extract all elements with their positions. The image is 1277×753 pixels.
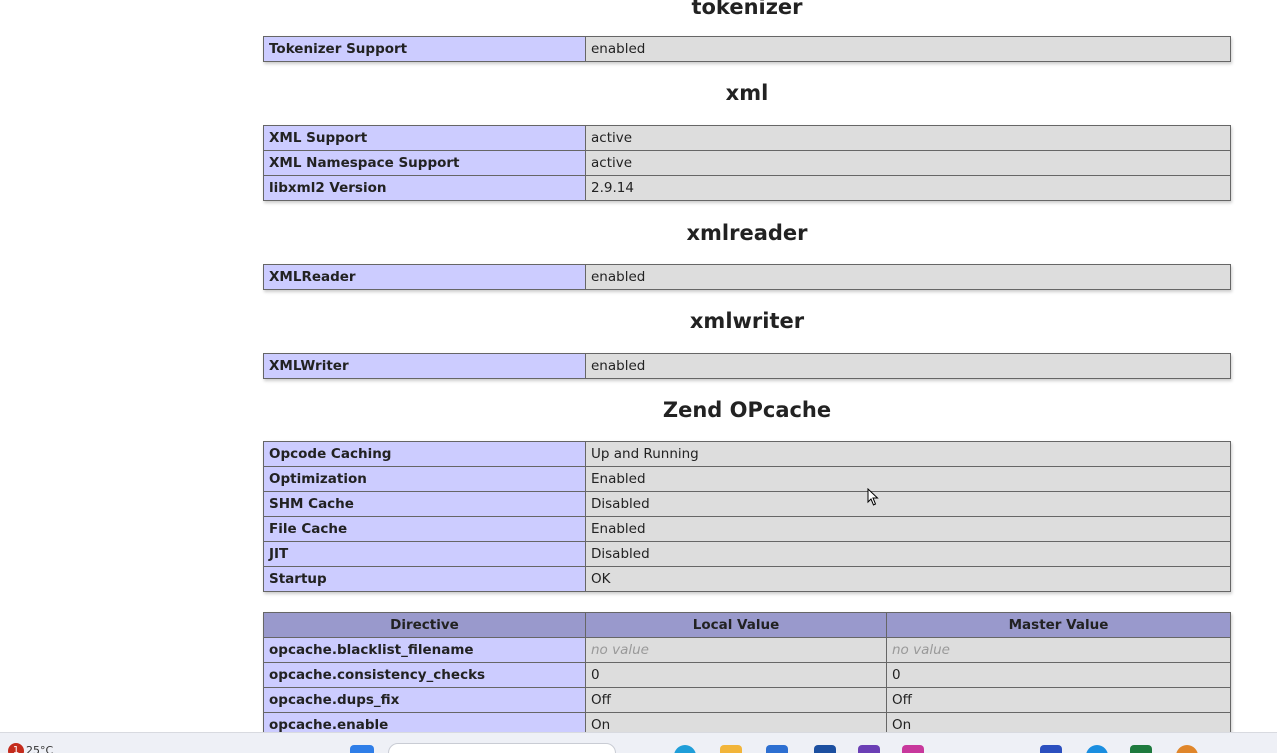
row-value: OK [585,566,1231,592]
table-row: libxml2 Version 2.9.14 [263,175,1231,201]
section-title-zend-opcache: Zend OPcache [662,398,832,422]
row-label: Tokenizer Support [263,36,586,62]
file-explorer-icon[interactable] [720,745,742,753]
local-value: 0 [585,662,887,688]
row-label: XML Support [263,125,586,151]
row-label: JIT [263,541,586,567]
tokenizer-table: Tokenizer Support enabled [263,36,1231,62]
master-value: no value [886,637,1231,663]
local-value: no value [585,637,887,663]
table-row: Tokenizer Support enabled [263,36,1231,62]
table-row: Startup OK [263,566,1231,592]
app-icon[interactable] [1086,745,1108,753]
row-label: SHM Cache [263,491,586,517]
table-row: opcache.dups_fix Off Off [263,687,1231,713]
taskbar: 1 25°C [0,732,1277,753]
row-value: Up and Running [585,441,1231,467]
vscode-icon[interactable] [858,745,880,753]
row-label: XML Namespace Support [263,150,586,176]
local-value: Off [585,687,887,713]
chrome-icon[interactable] [1040,745,1062,753]
row-value: active [585,150,1231,176]
row-label: XMLWriter [263,353,586,379]
row-value: active [585,125,1231,151]
row-value: enabled [585,264,1231,290]
opcache-directives-table: Directive Local Value Master Value opcac… [263,612,1231,738]
row-label: Opcode Caching [263,441,586,467]
table-row: XML Support active [263,125,1231,151]
row-value: Enabled [585,466,1231,492]
taskbar-search-input[interactable] [388,743,616,753]
weather-widget[interactable]: 1 25°C [8,743,53,753]
opcache-status-table: Opcode Caching Up and Running Optimizati… [263,441,1231,592]
row-value: Disabled [585,541,1231,567]
table-row: XMLWriter enabled [263,353,1231,379]
excel-icon[interactable] [1130,745,1152,753]
temperature-text: 25°C [26,744,54,753]
xmlreader-table: XMLReader enabled [263,264,1231,290]
section-title-xml: xml [725,81,769,105]
table-row: Optimization Enabled [263,466,1231,492]
row-value: enabled [585,353,1231,379]
master-value: 0 [886,662,1231,688]
table-row: opcache.blacklist_filename no value no v… [263,637,1231,663]
edge-icon[interactable] [674,745,696,753]
master-value: Off [886,687,1231,713]
table-row: SHM Cache Disabled [263,491,1231,517]
mouse-cursor-icon [867,488,879,506]
column-header-master-value: Master Value [886,612,1231,638]
table-row: XML Namespace Support active [263,150,1231,176]
table-row: JIT Disabled [263,541,1231,567]
outlook-icon[interactable] [814,745,836,753]
table-row: Opcode Caching Up and Running [263,441,1231,467]
table-header-row: Directive Local Value Master Value [263,612,1231,638]
directive-name: opcache.dups_fix [263,687,586,713]
directive-name: opcache.blacklist_filename [263,637,586,663]
calendar-icon[interactable] [902,745,924,753]
section-title-xmlwriter: xmlwriter [689,309,805,333]
table-row: File Cache Enabled [263,516,1231,542]
row-label: Startup [263,566,586,592]
column-header-local-value: Local Value [585,612,887,638]
row-label: Optimization [263,466,586,492]
notification-badge: 1 [8,743,24,753]
row-label: XMLReader [263,264,586,290]
row-value: enabled [585,36,1231,62]
xmlwriter-table: XMLWriter enabled [263,353,1231,379]
windows-start-icon[interactable] [350,745,374,753]
app-icon[interactable] [1176,745,1198,753]
section-title-tokenizer: tokenizer [691,0,803,19]
row-value: Disabled [585,491,1231,517]
row-label: File Cache [263,516,586,542]
directive-name: opcache.consistency_checks [263,662,586,688]
column-header-directive: Directive [263,612,586,638]
table-row: opcache.consistency_checks 0 0 [263,662,1231,688]
xml-table: XML Support active XML Namespace Support… [263,125,1231,201]
row-value: 2.9.14 [585,175,1231,201]
row-label: libxml2 Version [263,175,586,201]
store-icon[interactable] [766,745,788,753]
table-row: XMLReader enabled [263,264,1231,290]
section-title-xmlreader: xmlreader [686,221,808,245]
phpinfo-page: tokenizer Tokenizer Support enabled xml … [0,0,1277,753]
row-value: Enabled [585,516,1231,542]
